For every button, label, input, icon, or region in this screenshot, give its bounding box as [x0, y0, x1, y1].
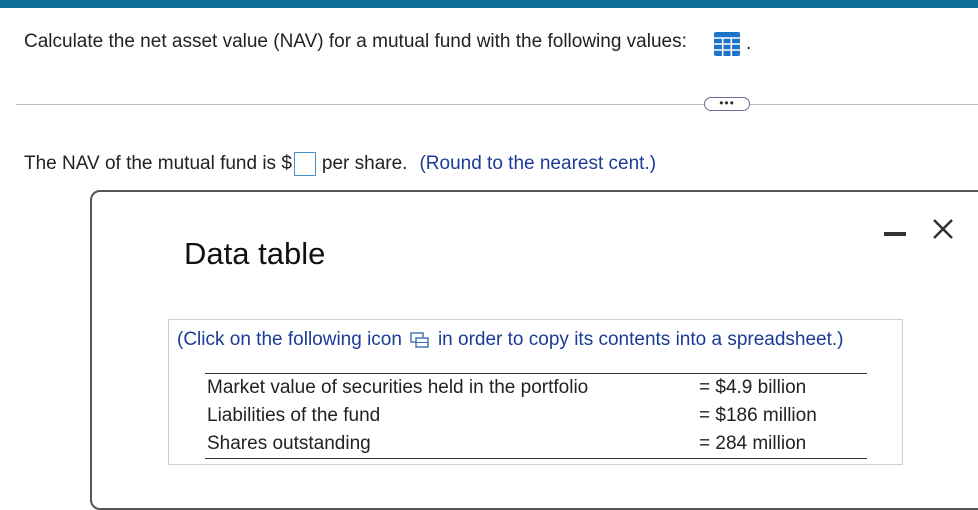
table-row: Liabilities of the fund = $186 million	[205, 402, 867, 430]
row-label: Shares outstanding	[207, 433, 371, 454]
dialog-title: Data table	[184, 236, 326, 271]
row-value: = $186 million	[699, 405, 817, 426]
answer-prefix: The NAV of the mutual fund is $	[24, 153, 292, 174]
table-row: Market value of securities held in the p…	[205, 374, 867, 402]
answer-suffix: per share.	[321, 153, 408, 174]
close-icon[interactable]	[928, 214, 958, 244]
question-period: .	[746, 33, 752, 54]
row-value: = 284 million	[699, 433, 807, 454]
rounding-hint: (Round to the nearest cent.)	[419, 153, 657, 174]
row-label: Liabilities of the fund	[207, 405, 381, 426]
minimize-icon[interactable]	[884, 232, 906, 236]
row-label: Market value of securities held in the p…	[207, 377, 589, 398]
grid-table-icon[interactable]	[713, 31, 741, 57]
copy-instruction: (Click on the following icon in order to…	[177, 329, 844, 351]
copy-prefix: (Click on the following icon	[177, 329, 402, 350]
section-divider	[16, 104, 978, 105]
nav-answer-input[interactable]	[293, 152, 316, 176]
data-table-dialog: Data table (Click on the following icon …	[90, 190, 978, 510]
top-accent-bar	[0, 0, 978, 8]
copy-suffix: in order to copy its contents into a spr…	[437, 329, 844, 350]
row-value: = $4.9 billion	[699, 377, 807, 398]
copy-spreadsheet-icon[interactable]	[410, 332, 430, 348]
question-text: Calculate the net asset value (NAV) for …	[24, 31, 687, 52]
answer-line: The NAV of the mutual fund is $ per shar…	[24, 152, 656, 176]
table-row: Shares outstanding = 284 million	[205, 430, 867, 458]
data-table: Market value of securities held in the p…	[205, 373, 867, 459]
expand-more-button[interactable]: •••	[704, 97, 750, 111]
data-table-container: (Click on the following icon in order to…	[168, 319, 903, 465]
